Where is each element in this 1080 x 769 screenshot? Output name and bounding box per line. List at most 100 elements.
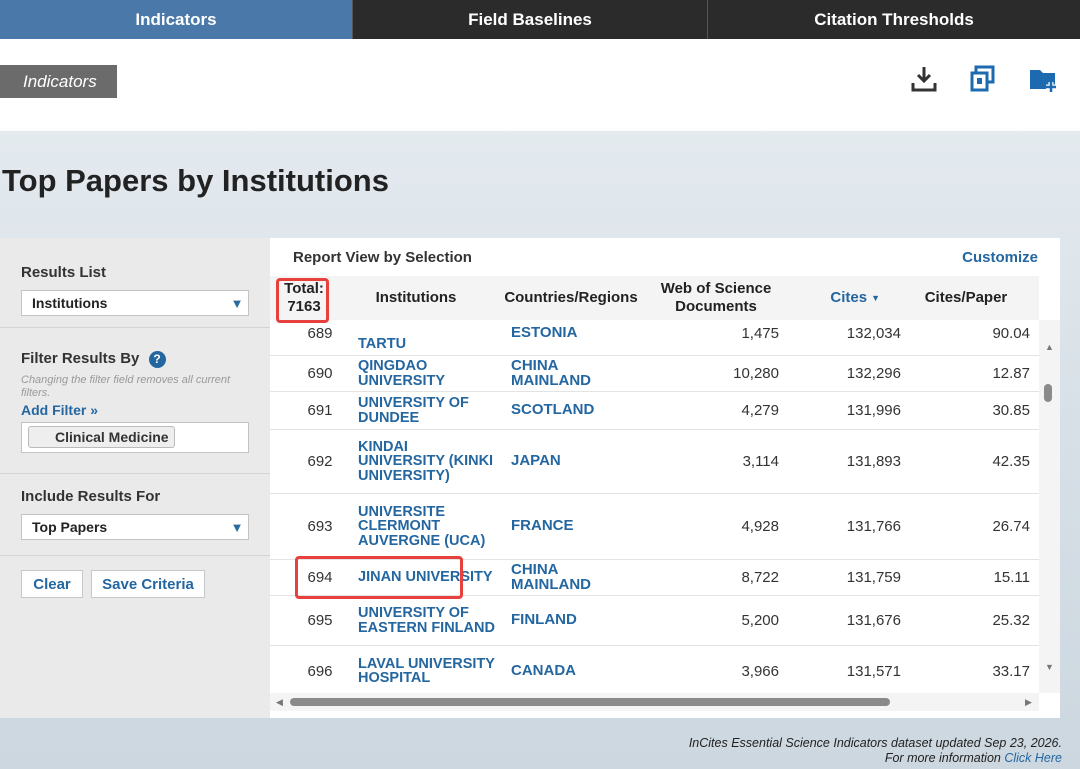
country-link[interactable]: CHINA MAINLAND <box>511 560 641 595</box>
report-title: Report View by Selection <box>293 249 472 266</box>
cites-cell: 131,766 <box>846 518 901 535</box>
institution-link[interactable]: UNIVERSITE CLERMONT AUVERGNE (UCA) <box>358 494 498 559</box>
save-criteria-button[interactable]: Save Criteria <box>91 570 205 598</box>
table-row[interactable]: 693 UNIVERSITE CLERMONT AUVERGNE (UCA) F… <box>270 494 1039 560</box>
rank-cell: 694 <box>307 569 333 586</box>
footer-more-info-label: For more information <box>884 751 1001 765</box>
page-title: Top Papers by Institutions <box>2 163 389 198</box>
country-link[interactable]: CANADA <box>511 646 641 693</box>
docs-cell: 3,966 <box>741 662 779 680</box>
print-icon[interactable] <box>965 61 1001 97</box>
country-link[interactable]: JAPAN <box>511 430 641 493</box>
rank-cell: 696 <box>307 662 333 680</box>
table-row[interactable]: 690 QINGDAO UNIVERSITY CHINA MAINLAND 10… <box>270 356 1039 392</box>
cites-per-paper-cell: 90.04 <box>992 325 1030 342</box>
cites-per-paper-cell: 12.87 <box>992 365 1030 382</box>
table-row[interactable]: 696 LAVAL UNIVERSITY HOSPITAL CANADA 3,9… <box>270 646 1039 693</box>
docs-cell: 3,114 <box>742 453 779 470</box>
tab-field-baselines[interactable]: Field Baselines <box>353 0 708 39</box>
help-icon[interactable]: ? <box>148 350 166 368</box>
country-link[interactable]: ESTONIA <box>511 320 641 355</box>
institution-link[interactable]: JINAN UNIVERSITY <box>358 560 498 595</box>
top-nav: Indicators Field Baselines Citation Thre… <box>0 0 1080 39</box>
country-link[interactable]: FRANCE <box>511 494 641 559</box>
cites-per-paper-cell: 42.35 <box>992 453 1030 470</box>
rank-cell: 690 <box>307 365 333 382</box>
docs-cell: 4,279 <box>741 402 779 419</box>
docs-cell: 1,475 <box>741 325 779 342</box>
filter-section: Filter Results By ? Changing the filter … <box>0 328 270 474</box>
add-folder-icon[interactable] <box>1025 61 1061 97</box>
cites-cell: 131,571 <box>846 662 901 680</box>
rank-cell: 693 <box>307 518 333 535</box>
breadcrumb: Indicators <box>0 65 117 98</box>
footer-dataset-note: InCites Essential Science Indicators dat… <box>688 736 1062 750</box>
horizontal-scroll-thumb[interactable] <box>290 698 890 706</box>
cites-per-paper-cell: 33.17 <box>992 662 1030 680</box>
cites-cell: 131,676 <box>846 612 901 629</box>
footer-click-here-link[interactable]: Click Here <box>1004 751 1062 765</box>
country-link[interactable]: SCOTLAND <box>511 392 641 429</box>
total-header: Total: 7163 <box>284 280 324 315</box>
table-row[interactable]: 695 UNIVERSITY OF EASTERN FINLAND FINLAN… <box>270 596 1039 646</box>
docs-cell: 8,722 <box>741 569 779 586</box>
cites-per-paper-cell: 26.74 <box>992 518 1030 535</box>
table-row[interactable]: 692 KINDAI UNIVERSITY (KINKI UNIVERSITY)… <box>270 430 1039 494</box>
tab-citation-thresholds[interactable]: Citation Thresholds <box>708 0 1080 39</box>
docs-cell: 10,280 <box>733 365 779 382</box>
rank-cell: 692 <box>307 453 333 470</box>
countries-header[interactable]: Countries/Regions <box>498 276 644 320</box>
customize-link[interactable]: Customize <box>962 249 1038 266</box>
results-list-select[interactable]: Institutions ▼ <box>21 290 249 316</box>
filter-note: Changing the filter field removes all cu… <box>21 373 231 399</box>
table-header: Total: 7163 Institutions Countries/Regio… <box>270 276 1039 320</box>
clear-button[interactable]: Clear <box>21 570 83 598</box>
results-list-label: Results List <box>21 264 107 281</box>
docs-header[interactable]: Web of Science Documents <box>650 276 782 320</box>
table-body: 689 TARTU ESTONIA 1,475 132,034 90.04 69… <box>270 320 1039 693</box>
institution-link[interactable]: KINDAI UNIVERSITY (KINKI UNIVERSITY) <box>358 430 498 493</box>
horizontal-scrollbar[interactable]: ◀ ▶ <box>270 693 1039 711</box>
cites-per-paper-header[interactable]: Cites/Paper <box>910 276 1022 320</box>
cites-header[interactable]: Cites ▼ <box>800 276 880 320</box>
cites-per-paper-cell: 15.11 <box>993 569 1030 586</box>
download-icon[interactable] <box>906 61 942 97</box>
footer-more-info: For more information Click Here <box>689 751 1062 766</box>
filter-box[interactable]: Clinical Medicine <box>21 421 249 453</box>
results-list-section: Results List Institutions ▼ <box>0 238 270 328</box>
vertical-scroll-thumb[interactable] <box>1044 384 1052 402</box>
rank-cell: 695 <box>307 612 333 629</box>
institution-link[interactable]: UNIVERSITY OF EASTERN FINLAND <box>358 596 498 645</box>
include-select[interactable]: Top Papers ▼ <box>21 514 249 540</box>
table-row[interactable]: 691 UNIVERSITY OF DUNDEE SCOTLAND 4,279 … <box>270 392 1039 430</box>
scroll-down-icon[interactable]: ▼ <box>1045 662 1054 672</box>
institution-link[interactable]: UNIVERSITY OF DUNDEE <box>358 392 498 429</box>
institution-link[interactable]: LAVAL UNIVERSITY HOSPITAL <box>358 646 498 693</box>
table-row[interactable]: 694 JINAN UNIVERSITY CHINA MAINLAND 8,72… <box>270 560 1039 596</box>
header-band: Indicators <box>0 39 1080 131</box>
table-row[interactable]: 689 TARTU ESTONIA 1,475 132,034 90.04 <box>270 320 1039 356</box>
docs-cell: 5,200 <box>741 612 779 629</box>
vertical-scrollbar[interactable]: ▲ ▼ <box>1039 320 1060 693</box>
country-link[interactable]: FINLAND <box>511 596 641 645</box>
filter-label-row: Filter Results By ? <box>21 350 249 368</box>
cites-cell: 132,296 <box>846 365 901 382</box>
filter-chip[interactable]: Clinical Medicine <box>28 425 175 448</box>
include-label: Include Results For <box>21 488 161 505</box>
cites-cell: 132,034 <box>846 325 901 342</box>
scroll-left-icon[interactable]: ◀ <box>276 697 283 708</box>
country-link[interactable]: CHINA MAINLAND <box>511 356 641 391</box>
include-value: Top Papers <box>32 519 108 535</box>
institutions-header[interactable]: Institutions <box>360 276 472 320</box>
filter-label: Filter Results By <box>21 350 140 367</box>
results-list-value: Institutions <box>32 295 108 311</box>
institution-link[interactable]: TARTU <box>358 320 498 355</box>
add-filter-link[interactable]: Add Filter » <box>21 402 249 418</box>
scroll-right-icon[interactable]: ▶ <box>1025 697 1032 708</box>
rank-cell: 691 <box>307 402 333 419</box>
left-panel: Results List Institutions ▼ Filter Resul… <box>0 238 270 718</box>
scroll-up-icon[interactable]: ▲ <box>1045 342 1054 352</box>
institution-link[interactable]: QINGDAO UNIVERSITY <box>358 356 498 391</box>
tab-indicators[interactable]: Indicators <box>0 0 353 39</box>
chevron-down-icon: ▼ <box>230 519 244 535</box>
